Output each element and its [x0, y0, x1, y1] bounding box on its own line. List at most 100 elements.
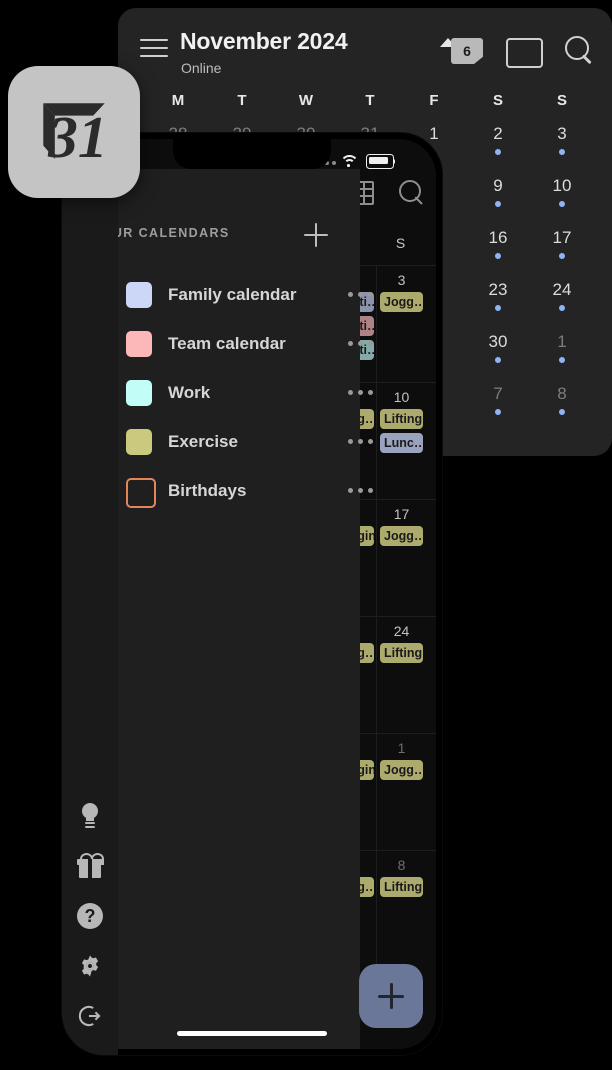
event-chip[interactable]: Lunc…	[380, 433, 423, 453]
event-chip[interactable]: Jogg…	[380, 292, 423, 312]
calendar-name-label: Family calendar	[168, 285, 297, 304]
more-options-icon[interactable]	[348, 386, 382, 400]
web-day-event-dot	[559, 409, 565, 415]
web-day-event-dot	[559, 201, 565, 207]
web-header: November 2024 Online 6	[118, 8, 612, 86]
web-day-number: 10	[552, 176, 572, 195]
web-day-cell[interactable]: 9	[466, 176, 530, 207]
screenshot-stage: November 2024 Online 6 MTWTFSS 282930311…	[0, 0, 612, 1070]
more-options-icon[interactable]	[348, 337, 382, 351]
web-day-cell[interactable]: 17	[530, 228, 594, 259]
web-day-cell[interactable]: 3	[530, 124, 594, 155]
more-options-icon[interactable]	[348, 435, 382, 449]
web-day-number: 7	[493, 384, 503, 403]
web-day-number: 30	[488, 332, 508, 351]
phone-day-cell[interactable]: 1 Jogg…	[376, 734, 426, 851]
web-day-number: 17	[552, 228, 572, 247]
web-weekday-3: T	[365, 92, 375, 109]
calendar-color-swatch[interactable]	[126, 282, 152, 308]
phone-screen: MTWTFSS 12Meeti…Meeti…Meeti…3Jogg…89Jogg…	[68, 139, 436, 1049]
phone-day-cell[interactable]: 8 Lifting	[376, 851, 426, 968]
web-day-cell[interactable]: 23	[466, 280, 530, 311]
phone-day-number: 8	[397, 857, 406, 873]
web-day-number: 2	[493, 124, 503, 143]
web-day-cell[interactable]: 24	[530, 280, 594, 311]
event-chip[interactable]: Lifting	[380, 643, 423, 663]
web-day-cell[interactable]: 7	[466, 384, 530, 415]
phone-day-cell[interactable]: 10 Lifting Lunc…	[376, 383, 426, 500]
event-chip[interactable]: Lifting	[380, 877, 423, 897]
web-day-event-dot	[559, 253, 565, 259]
calendar-name-label: Work	[168, 383, 211, 402]
web-day-event-dot	[495, 253, 501, 259]
connection-status-label: Online	[181, 60, 222, 76]
calendar-color-swatch[interactable]	[126, 331, 152, 357]
phone-day-number: 24	[393, 623, 410, 639]
web-day-event-dot	[495, 357, 501, 363]
calendar-color-swatch[interactable]	[126, 380, 152, 406]
hamburger-menu-icon[interactable]	[140, 39, 168, 57]
event-chip[interactable]: Lifting	[380, 409, 423, 429]
web-weekday-2: W	[298, 92, 314, 109]
web-day-cell[interactable]: 10	[530, 176, 594, 207]
web-day-event-dot	[559, 357, 565, 363]
phone-day-number: 3	[397, 272, 406, 288]
web-day-event-dot	[495, 149, 501, 155]
phone-notch	[173, 139, 331, 169]
web-month-title: November 2024	[180, 28, 348, 54]
add-event-fab[interactable]	[359, 964, 423, 1028]
calendar-31-app-icon: 31	[8, 66, 140, 198]
phone-day-cell[interactable]: 24 Lifting	[376, 617, 426, 734]
gift-icon[interactable]	[77, 853, 104, 879]
web-weekday-0: M	[171, 92, 185, 109]
phone-day-number: 17	[393, 506, 410, 522]
help-icon[interactable]: ?	[77, 903, 103, 929]
web-day-number: 1	[557, 332, 567, 351]
calendar-name-label: Team calendar	[168, 334, 286, 353]
web-weekday-1: T	[237, 92, 247, 109]
web-day-number: 8	[557, 384, 567, 403]
web-day-number: 24	[552, 280, 572, 299]
settings-gear-icon[interactable]	[77, 953, 103, 979]
web-day-event-dot	[559, 305, 565, 311]
web-day-event-dot	[559, 149, 565, 155]
web-weekday-6: S	[556, 92, 567, 109]
rectangle-icon[interactable]	[506, 38, 543, 68]
web-day-number: 16	[488, 228, 508, 247]
search-icon[interactable]	[398, 179, 426, 207]
web-day-cell[interactable]: 16	[466, 228, 530, 259]
phone-device: MTWTFSS 12Meeti…Meeti…Meeti…3Jogg…89Jogg…	[62, 133, 442, 1055]
phone-day-cell[interactable]: 3 Jogg…	[376, 266, 426, 383]
web-day-cell[interactable]: 30	[466, 332, 530, 363]
left-rail: ?	[62, 133, 118, 1055]
more-options-icon[interactable]	[348, 288, 382, 302]
web-day-cell[interactable]: 8	[530, 384, 594, 415]
web-weekday-row: MTWTFSS	[118, 92, 612, 124]
plus-icon-bar	[378, 994, 404, 998]
lightbulb-icon[interactable]	[77, 803, 103, 829]
calendar-name-label: Exercise	[168, 432, 238, 451]
web-day-event-dot	[495, 201, 501, 207]
web-day-number: 23	[488, 280, 508, 299]
app-icon-day: 31	[47, 104, 108, 170]
web-day-cell[interactable]: 2	[466, 124, 530, 155]
calendar-color-swatch[interactable]	[126, 478, 156, 508]
web-day-number: 3	[557, 124, 567, 143]
add-calendar-button[interactable]	[302, 221, 330, 249]
web-weekday-5: S	[492, 92, 503, 109]
web-day-cell[interactable]: 1	[530, 332, 594, 363]
event-chip[interactable]: Jogg…	[380, 760, 423, 780]
phone-day-cell[interactable]: 17 Jogg…	[376, 500, 426, 617]
web-day-event-dot	[495, 409, 501, 415]
wifi-icon	[340, 154, 359, 169]
phone-weekday-6: S	[395, 235, 406, 251]
home-indicator	[177, 1031, 327, 1036]
event-chip[interactable]: Jogg…	[380, 526, 423, 546]
calendar-color-swatch[interactable]	[126, 429, 152, 455]
more-options-icon[interactable]	[348, 484, 382, 498]
phone-day-number: 1	[397, 740, 406, 756]
logout-icon[interactable]	[77, 1003, 103, 1029]
search-icon[interactable]	[564, 35, 596, 67]
notification-badge[interactable]: 6	[451, 38, 483, 64]
calendar-name-label: Birthdays	[168, 481, 247, 500]
